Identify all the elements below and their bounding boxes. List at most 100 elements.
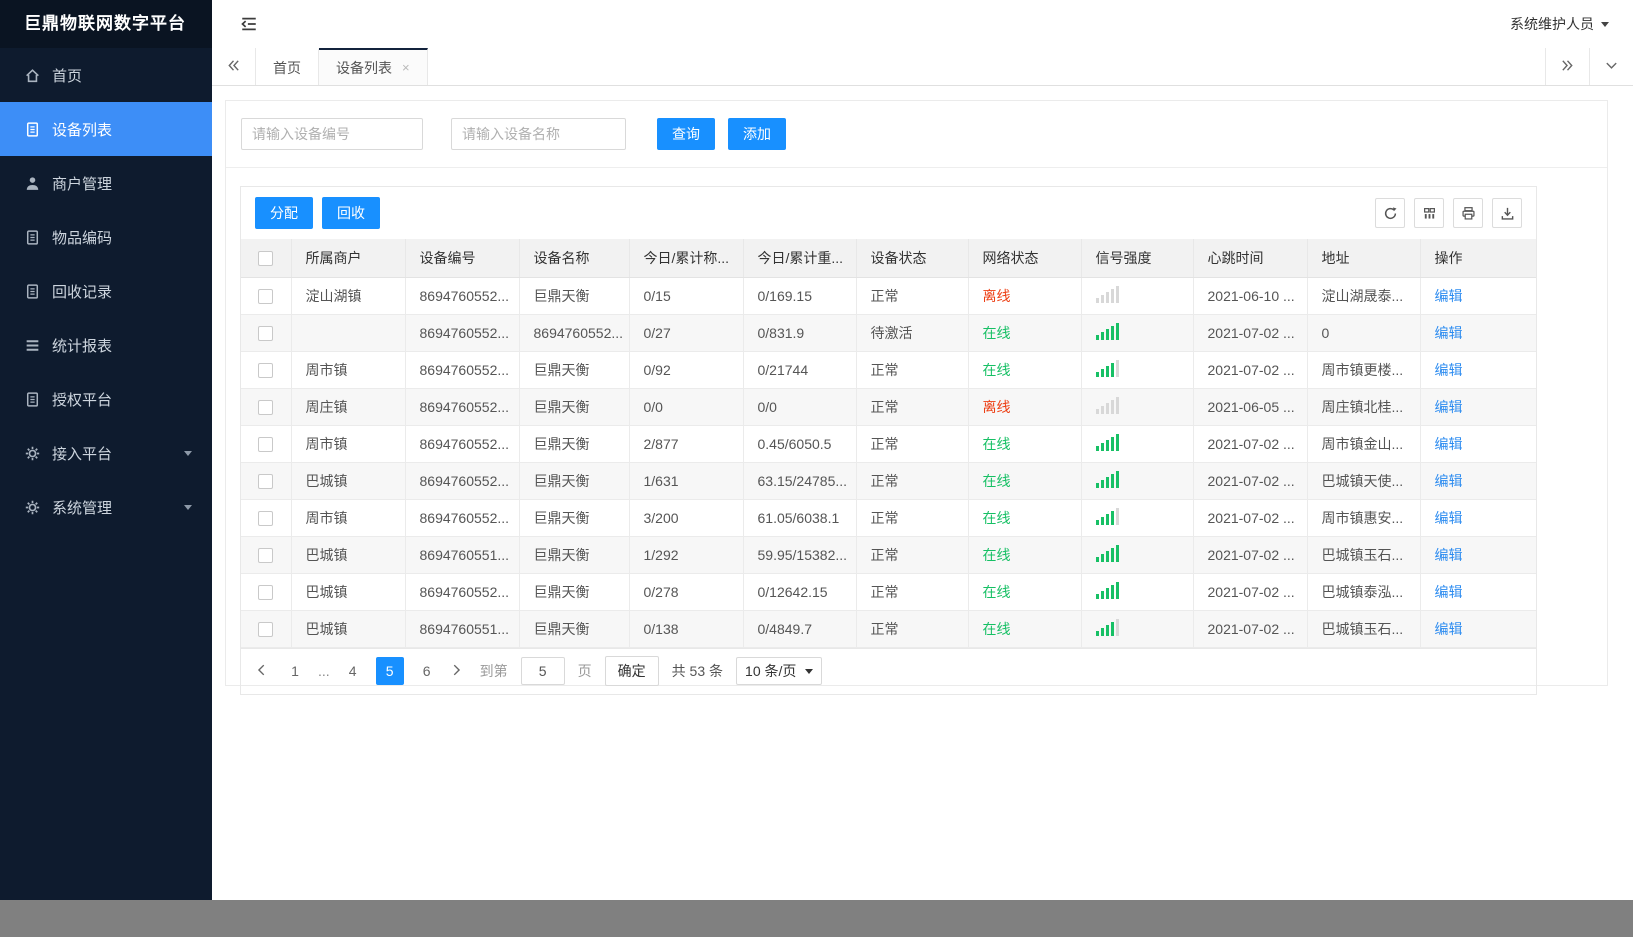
caret-down-icon xyxy=(184,504,192,510)
device-no-cell: 8694760552... xyxy=(405,351,520,389)
sidebar-item-access-platform[interactable]: 接入平台 xyxy=(0,426,212,480)
close-icon[interactable]: × xyxy=(402,60,410,75)
table-row: 巴城镇 8694760552... 巨鼎天衡 1/631 63.15/24785... 正… xyxy=(241,462,1536,500)
jump-prefix-label: 到第 xyxy=(479,663,508,679)
row-checkbox[interactable] xyxy=(258,473,274,489)
columns-button[interactable] xyxy=(1414,198,1444,228)
sidebar-item-recycle-records[interactable]: 回收记录 xyxy=(0,264,212,318)
column-header: 今日/累计称... xyxy=(629,239,744,278)
edit-link[interactable]: 编辑 xyxy=(1435,325,1463,341)
today-count-cell: 0/138 xyxy=(629,610,744,648)
row-checkbox[interactable] xyxy=(258,325,274,341)
edit-link[interactable]: 编辑 xyxy=(1435,362,1463,378)
table-row: 巴城镇 8694760551... 巨鼎天衡 0/138 0/4849.7 正常 在线 202… xyxy=(241,610,1536,648)
edit-link[interactable]: 编辑 xyxy=(1435,436,1463,452)
row-checkbox[interactable] xyxy=(258,288,274,304)
column-header: 心跳时间 xyxy=(1193,239,1308,278)
action-cell: 编辑 xyxy=(1420,573,1536,611)
sidebar-item-device-list[interactable]: 设备列表 xyxy=(0,102,212,156)
page-button-4[interactable]: 4 xyxy=(344,663,362,679)
sidebar-item-authorization-platform[interactable]: 授权平台 xyxy=(0,372,212,426)
signal-cell xyxy=(1081,425,1194,463)
row-checkbox[interactable] xyxy=(258,621,274,637)
page-number-list: 1... 4 5 6 xyxy=(286,657,436,685)
tabs-scroll-right-button[interactable] xyxy=(1545,48,1589,85)
jump-confirm-button[interactable]: 确定 xyxy=(604,656,659,686)
heartbeat-cell: 2021-07-02 ... xyxy=(1193,610,1308,648)
device-number-input[interactable] xyxy=(241,118,423,150)
row-checkbox[interactable] xyxy=(258,362,274,378)
device-status-cell: 正常 xyxy=(856,499,969,537)
tab-home[interactable]: 首页 xyxy=(256,48,319,85)
row-checkbox[interactable] xyxy=(258,584,274,600)
query-button[interactable]: 查询 xyxy=(657,118,715,150)
network-status-cell: 在线 xyxy=(968,314,1082,352)
sidebar-item-statistics-report[interactable]: 统计报表 xyxy=(0,318,212,372)
signal-strength-indicator xyxy=(1095,618,1119,636)
page-button-5[interactable]: 5 xyxy=(375,657,404,685)
edit-link[interactable]: 编辑 xyxy=(1435,473,1463,489)
device-name-cell: 8694760552... xyxy=(519,314,630,352)
edit-link[interactable]: 编辑 xyxy=(1435,510,1463,526)
row-checkbox[interactable] xyxy=(258,510,274,526)
page-jump-input[interactable] xyxy=(520,657,565,685)
device-status-cell: 待激活 xyxy=(856,314,969,352)
sidebar-item-merchant-management[interactable]: 商户管理 xyxy=(0,156,212,210)
page-button-1[interactable]: 1 xyxy=(286,663,304,679)
tab-bar-actions xyxy=(1545,48,1633,85)
edit-link[interactable]: 编辑 xyxy=(1435,621,1463,637)
device-name-input[interactable] xyxy=(451,118,626,150)
row-checkbox[interactable] xyxy=(258,547,274,563)
signal-cell xyxy=(1081,277,1194,315)
action-cell: 编辑 xyxy=(1420,425,1536,463)
device-name-cell: 巨鼎天衡 xyxy=(519,462,630,500)
row-checkbox-cell xyxy=(241,314,292,352)
tab-device-list[interactable]: 设备列表 × xyxy=(319,48,428,85)
add-button[interactable]: 添加 xyxy=(728,118,786,150)
tab-label: 设备列表 xyxy=(336,59,392,76)
refresh-button[interactable] xyxy=(1375,198,1405,228)
device-no-cell: 8694760551... xyxy=(405,536,520,574)
next-page-button[interactable] xyxy=(449,663,467,679)
device-name-cell: 巨鼎天衡 xyxy=(519,388,630,426)
merchant-cell: 淀山湖镇 xyxy=(291,277,406,315)
edit-link[interactable]: 编辑 xyxy=(1435,399,1463,415)
sidebar-collapse-button[interactable] xyxy=(240,15,258,33)
merchant-cell: 巴城镇 xyxy=(291,462,406,500)
network-status-cell: 离线 xyxy=(968,277,1082,315)
select-all-checkbox[interactable] xyxy=(258,251,274,267)
user-menu[interactable]: 系统维护人员 xyxy=(1510,14,1609,34)
recycle-button[interactable]: 回收 xyxy=(322,197,380,229)
user-icon xyxy=(24,175,41,192)
merchant-cell: 周市镇 xyxy=(291,499,406,537)
print-button[interactable] xyxy=(1453,198,1483,228)
column-header: 今日/累计重... xyxy=(743,239,857,278)
export-button[interactable] xyxy=(1492,198,1522,228)
device-status-cell: 正常 xyxy=(856,610,969,648)
row-checkbox-cell xyxy=(241,499,292,537)
tabs-scroll-left-button[interactable] xyxy=(212,48,256,85)
today-weight-cell: 59.95/15382... xyxy=(743,536,857,574)
today-weight-cell: 61.05/6038.1 xyxy=(743,499,857,537)
merchant-cell xyxy=(291,314,406,352)
edit-link[interactable]: 编辑 xyxy=(1435,288,1463,304)
row-checkbox[interactable] xyxy=(258,436,274,452)
column-header: 设备状态 xyxy=(856,239,969,278)
edit-link[interactable]: 编辑 xyxy=(1435,584,1463,600)
sidebar-item-label: 回收记录 xyxy=(52,283,113,301)
caret-down-icon xyxy=(184,450,192,456)
edit-link[interactable]: 编辑 xyxy=(1435,547,1463,563)
sidebar-item-item-code[interactable]: 物品编码 xyxy=(0,210,212,264)
assign-button[interactable]: 分配 xyxy=(255,197,313,229)
sidebar-item-home[interactable]: 首页 xyxy=(0,48,212,102)
row-checkbox-cell xyxy=(241,573,292,611)
page-button-6[interactable]: 6 xyxy=(418,663,436,679)
column-header: 地址 xyxy=(1307,239,1421,278)
row-checkbox[interactable] xyxy=(258,399,274,415)
page-size-select[interactable]: 10 条/页 xyxy=(736,657,823,685)
sidebar-item-system-management[interactable]: 系统管理 xyxy=(0,480,212,534)
table-row: 淀山湖镇 8694760552... 巨鼎天衡 0/15 0/169.15 正常 离线 202… xyxy=(241,277,1536,315)
tabs-menu-button[interactable] xyxy=(1589,48,1633,85)
prev-page-button[interactable] xyxy=(255,663,273,679)
row-checkbox-cell xyxy=(241,610,292,648)
